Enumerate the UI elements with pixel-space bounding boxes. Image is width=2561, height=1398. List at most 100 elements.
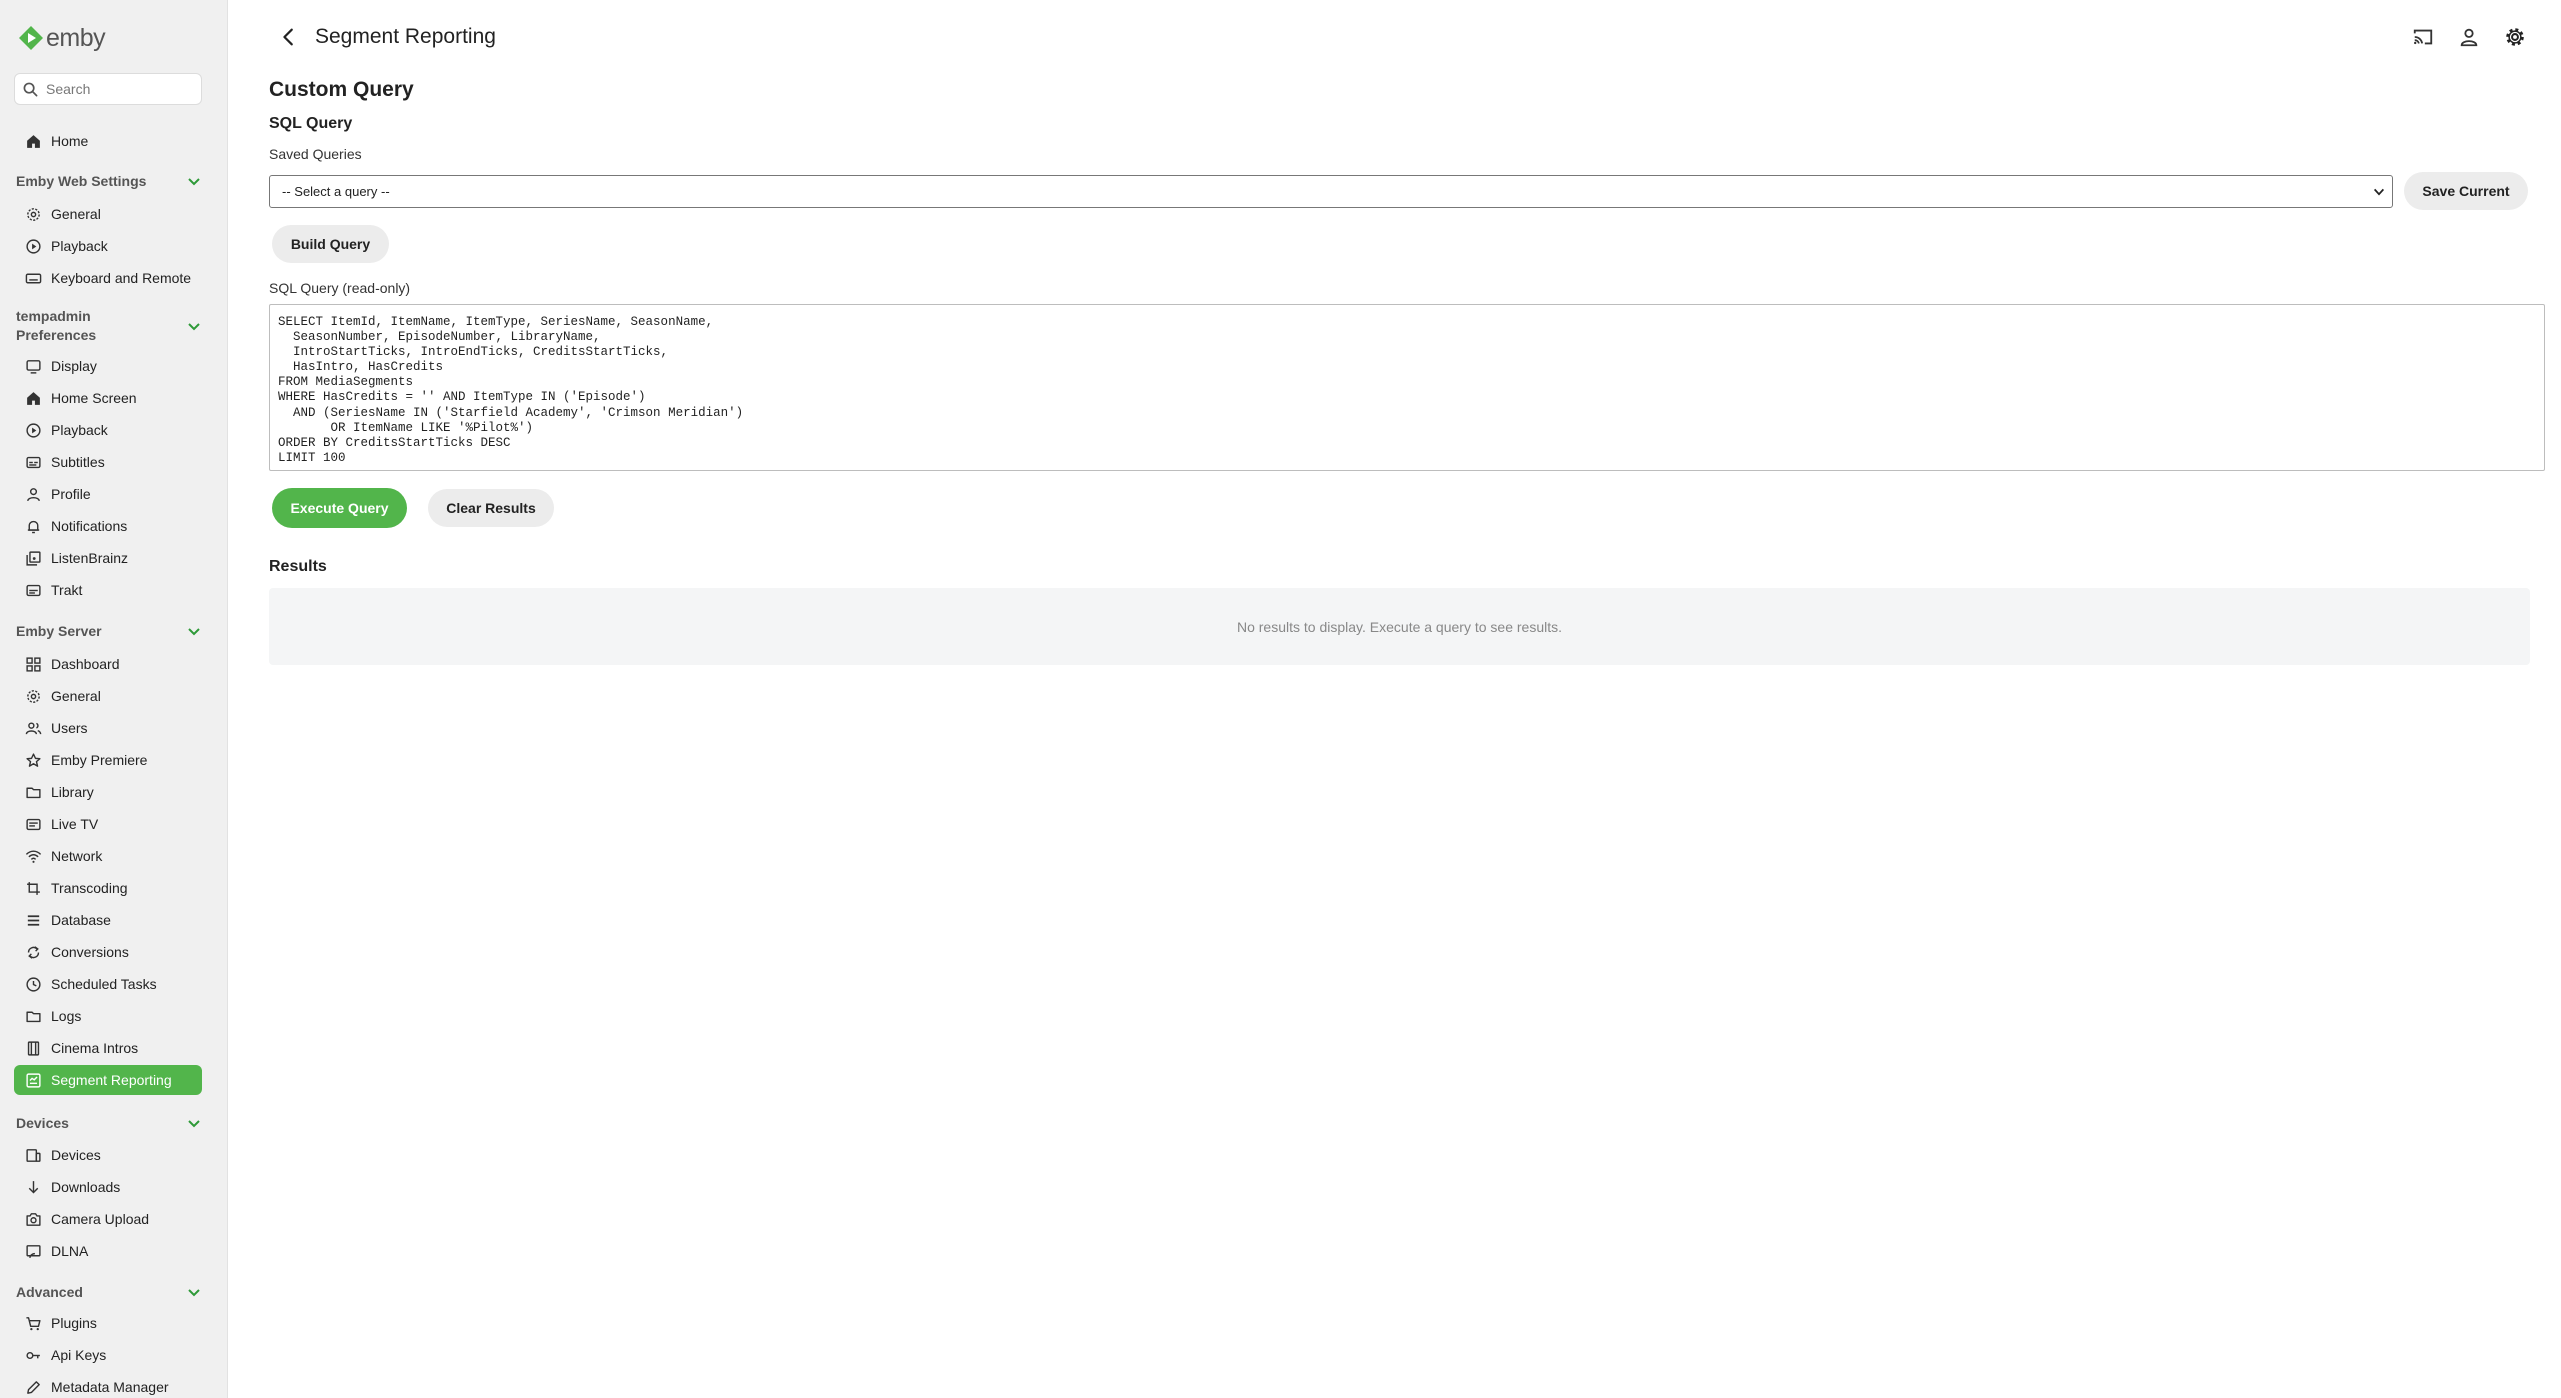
gear-icon (27, 689, 40, 703)
execute-query-button[interactable]: Execute Query (272, 488, 407, 528)
devices-icon (26, 1148, 41, 1162)
sidebar-item-plugins[interactable]: Plugins (14, 1308, 202, 1338)
sidebar-item-live-tv[interactable]: Live TV (14, 809, 202, 839)
saved-queries-label: Saved Queries (269, 146, 362, 162)
build-query-button[interactable]: Build Query (272, 225, 389, 263)
sidebar-item-display[interactable]: Display (14, 351, 202, 381)
sql-query-heading: SQL Query (269, 115, 353, 132)
chevron-down-icon (2373, 188, 2385, 196)
sidebar-item-api-keys[interactable]: Api Keys (14, 1340, 202, 1370)
sidebar-item-listenbrainz[interactable]: ListenBrainz (14, 543, 202, 573)
sql-query-textarea[interactable]: SELECT ItemId, ItemName, ItemType, Serie… (269, 304, 2545, 471)
custom-query-heading: Custom Query (269, 78, 414, 101)
sidebar-item-subtitles[interactable]: Subtitles (14, 447, 202, 477)
users-icon (25, 721, 42, 734)
sql-readonly-label: SQL Query (read-only) (269, 280, 411, 296)
sidebar-item-home-screen[interactable]: Home Screen (14, 383, 202, 413)
star-icon (26, 752, 41, 767)
sidebar-item-web-playback[interactable]: Playback (14, 231, 202, 261)
sidebar-item-library[interactable]: Library (14, 777, 202, 807)
keyboard-icon (25, 273, 42, 283)
edit-icon (27, 1380, 40, 1394)
sidebar-item-cinema-intros[interactable]: Cinema Intros (14, 1033, 202, 1063)
sidebar-item-users[interactable]: Users (14, 713, 202, 743)
emby-logo-icon (19, 26, 43, 50)
logo-text: emby (46, 23, 106, 52)
folder-icon (26, 1011, 41, 1022)
sidebar-item-server-general[interactable]: General (14, 681, 202, 711)
sidebar-item-home[interactable]: Home (14, 126, 202, 156)
sidebar-item-transcoding[interactable]: Transcoding (14, 873, 202, 903)
film-icon (27, 1040, 40, 1056)
cart-icon (26, 1316, 41, 1330)
tv-icon (26, 818, 41, 830)
cast-connected-icon (26, 1244, 41, 1258)
sidebar-item-devices[interactable]: Devices (14, 1140, 202, 1170)
key-icon (26, 1351, 40, 1359)
monitor-icon (26, 359, 41, 374)
bell-icon (27, 520, 40, 533)
sidebar-item-dashboard[interactable]: Dashboard (14, 649, 202, 679)
sidebar-item-metadata-manager[interactable]: Metadata Manager (14, 1372, 202, 1398)
page-title: Segment Reporting (315, 25, 496, 48)
camera-icon (26, 1212, 41, 1226)
list-icon (27, 914, 40, 926)
back-button[interactable] (276, 24, 302, 50)
sidebar-item-logs[interactable]: Logs (14, 1001, 202, 1031)
section-header-user-preferences[interactable]: tempadmin Preferences (16, 307, 202, 345)
sidebar-item-trakt[interactable]: Trakt (14, 575, 202, 605)
sidebar-item-network[interactable]: Network (14, 841, 202, 871)
user-button[interactable] (2456, 24, 2482, 50)
sidebar-item-segment-reporting[interactable]: Segment Reporting (14, 1065, 202, 1095)
results-panel: No results to display. Execute a query t… (269, 588, 2530, 665)
saved-queries-select[interactable]: -- Select a query -- (269, 175, 2393, 208)
chevron-down-icon (188, 1289, 200, 1297)
section-header-advanced[interactable]: Advanced (16, 1283, 202, 1302)
chevron-down-icon (188, 628, 200, 636)
subtitles-icon (26, 456, 41, 468)
transform-icon (27, 881, 40, 895)
section-header-devices[interactable]: Devices (16, 1114, 202, 1133)
sidebar-item-camera-upload[interactable]: Camera Upload (14, 1204, 202, 1234)
sidebar-item-scheduled-tasks[interactable]: Scheduled Tasks (14, 969, 202, 999)
report-icon (26, 1072, 41, 1088)
sidebar-item-emby-premiere[interactable]: Emby Premiere (14, 745, 202, 775)
download-icon (28, 1180, 39, 1193)
search-box[interactable] (14, 73, 202, 105)
results-heading: Results (269, 558, 327, 575)
play-circle-icon (26, 238, 41, 254)
clear-results-button[interactable]: Clear Results (428, 489, 554, 527)
settings-icon (2506, 28, 2524, 46)
section-header-web-settings[interactable]: Emby Web Settings (16, 172, 202, 191)
section-header-emby-server[interactable]: Emby Server (16, 622, 202, 641)
chevron-down-icon (188, 323, 200, 331)
chevron-left-icon (283, 28, 293, 46)
clock-icon (26, 976, 41, 992)
home-icon (27, 134, 40, 148)
search-input[interactable] (46, 81, 196, 97)
cast-button[interactable] (2410, 24, 2436, 50)
sidebar-item-dlna[interactable]: DLNA (14, 1236, 202, 1266)
play-circle-icon (26, 422, 41, 438)
chevron-down-icon (188, 1120, 200, 1128)
sidebar-item-downloads[interactable]: Downloads (14, 1172, 202, 1202)
sidebar-item-user-playback[interactable]: Playback (14, 415, 202, 445)
cast-icon (2413, 29, 2433, 45)
chevron-down-icon (188, 178, 200, 186)
sidebar-item-conversions[interactable]: Conversions (14, 937, 202, 967)
sidebar-item-database[interactable]: Database (14, 905, 202, 935)
search-icon (23, 82, 38, 96)
sidebar-item-keyboard-remote[interactable]: Keyboard and Remote (14, 263, 202, 293)
settings-button[interactable] (2502, 24, 2528, 50)
folder-icon (26, 787, 41, 798)
save-current-button[interactable]: Save Current (2404, 172, 2528, 210)
library-music-icon (26, 550, 41, 566)
sync-icon (27, 945, 40, 959)
sidebar: emby Home Emby Web Settings General Play… (0, 0, 228, 1398)
dashboard-icon (26, 656, 41, 672)
sidebar-item-profile[interactable]: Profile (14, 479, 202, 509)
sidebar-item-web-general[interactable]: General (14, 199, 202, 229)
emby-logo[interactable]: emby (18, 23, 106, 52)
gear-icon (27, 207, 40, 221)
sidebar-item-notifications[interactable]: Notifications (14, 511, 202, 541)
